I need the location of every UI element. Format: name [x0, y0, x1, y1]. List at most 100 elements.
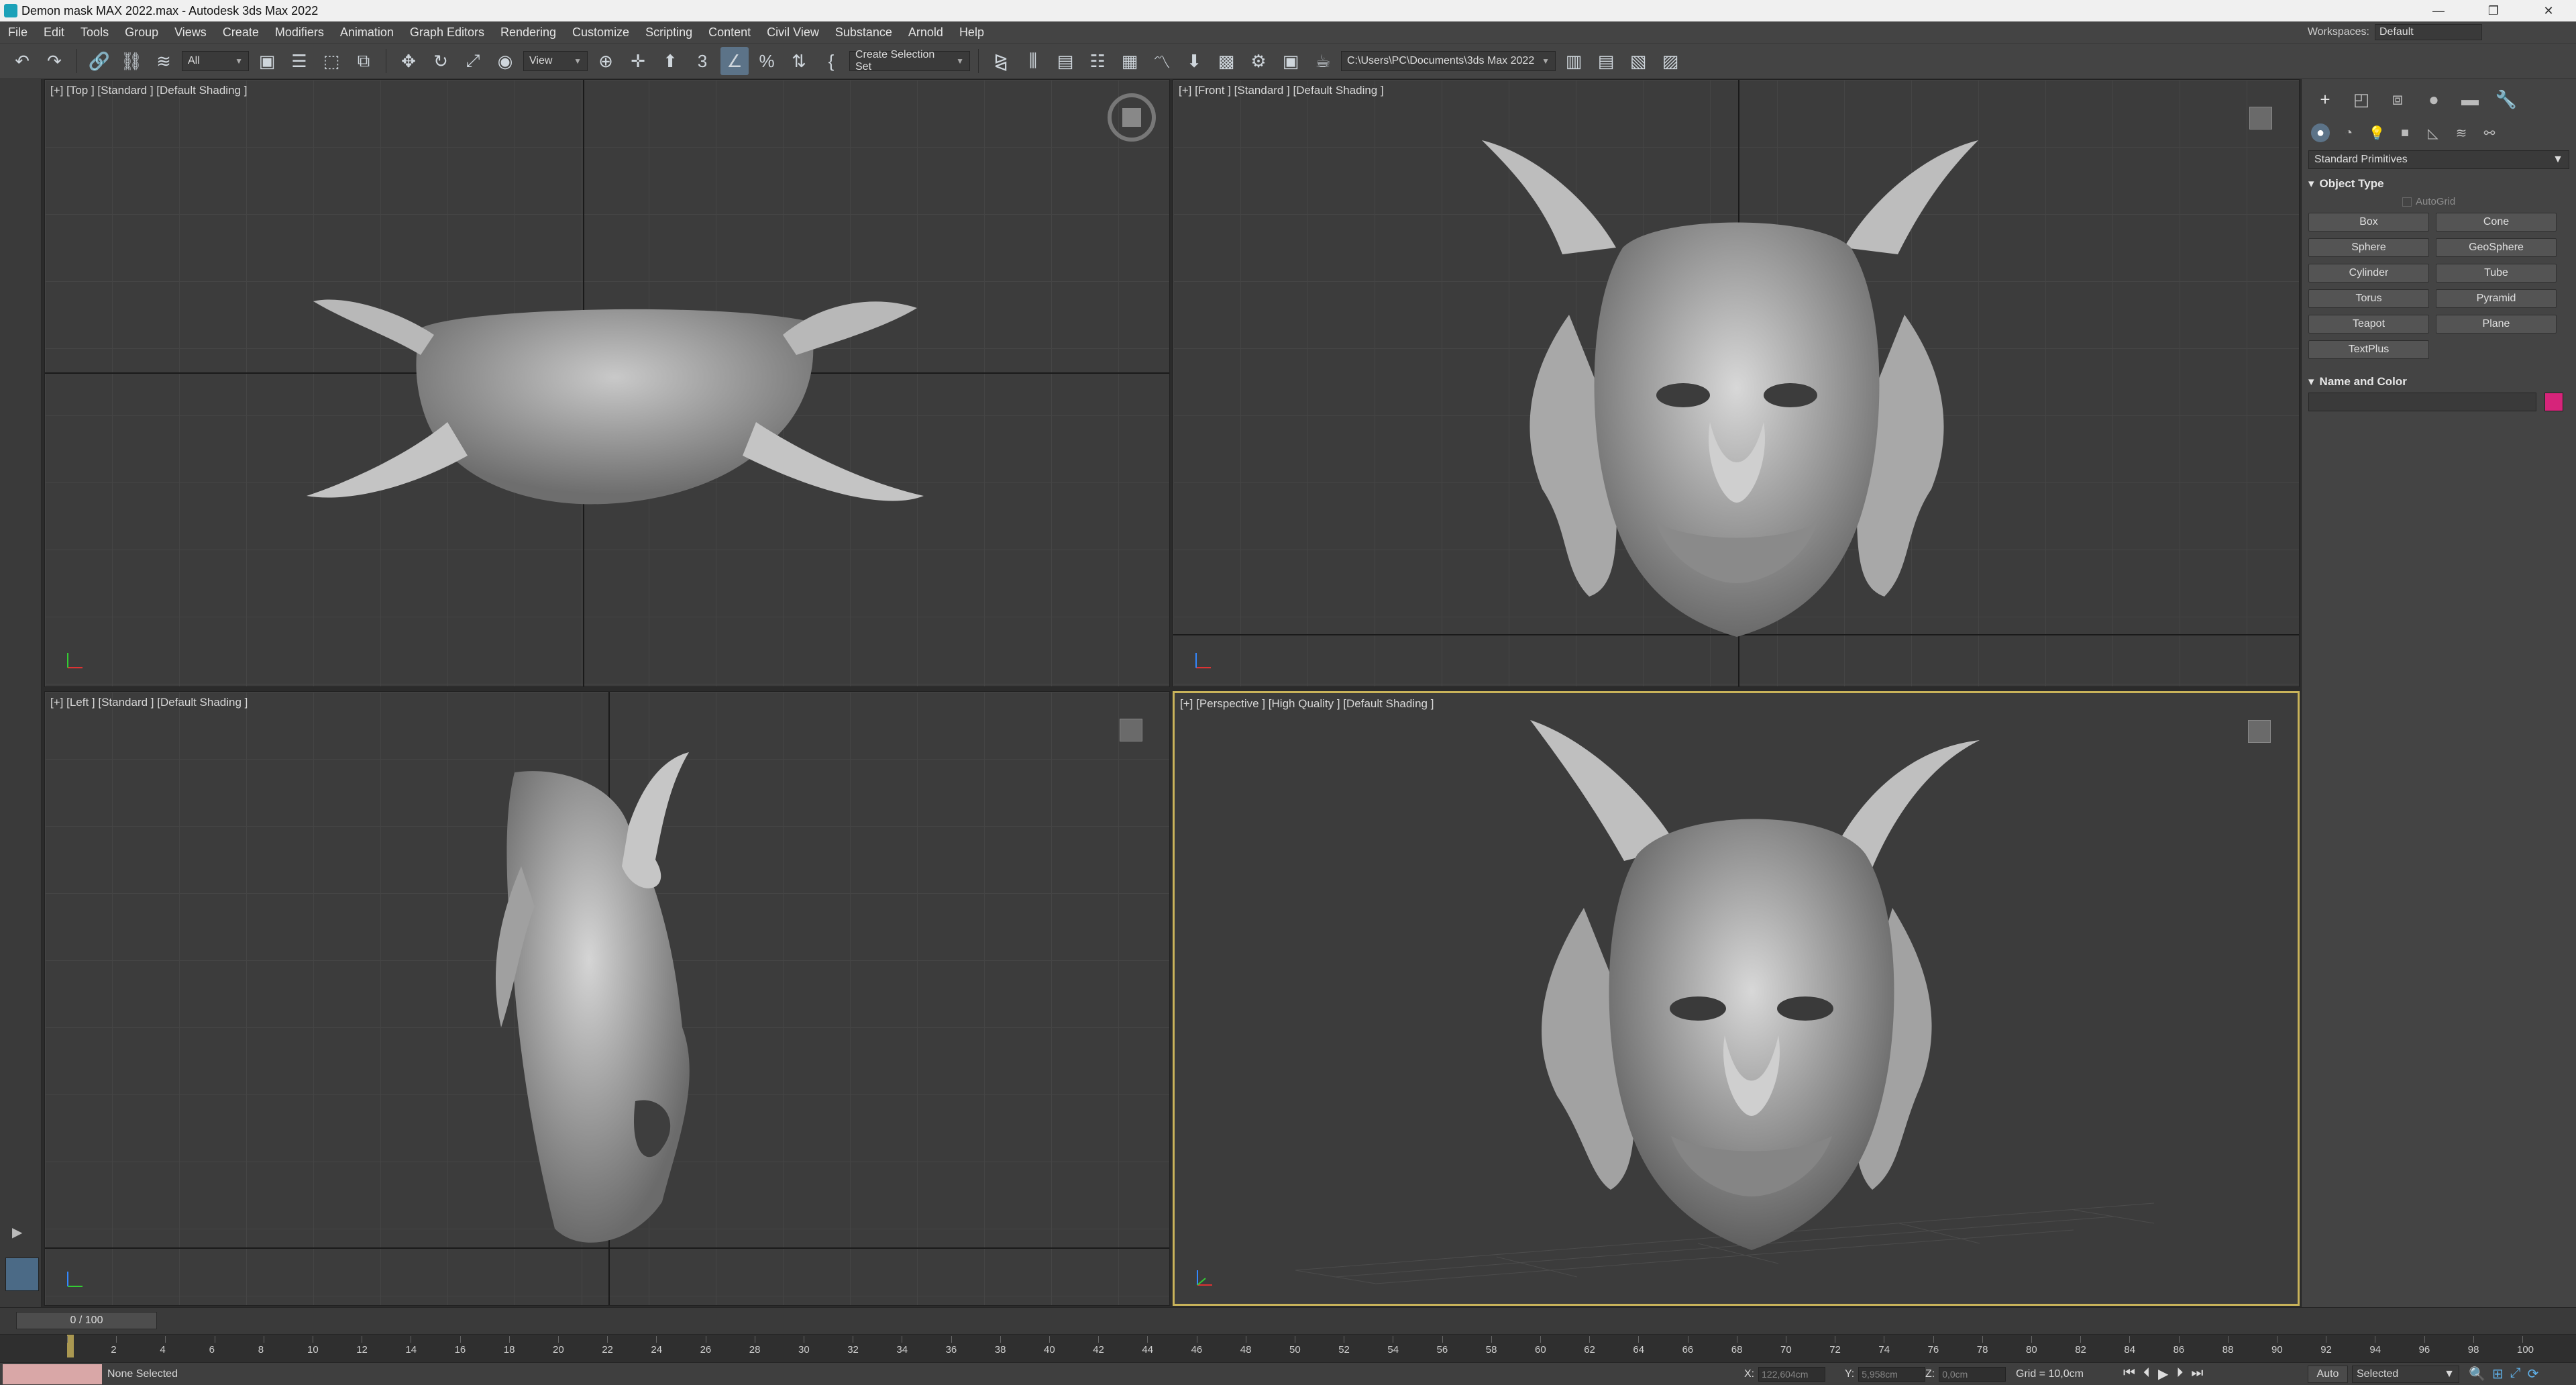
- name-and-color-rollout[interactable]: ▾ Name and Color: [2308, 375, 2569, 389]
- layer-explorer-icon[interactable]: ☷: [1083, 47, 1112, 75]
- next-frame-icon[interactable]: ⏵: [2176, 1366, 2183, 1382]
- tube-button[interactable]: Tube: [2436, 264, 2557, 283]
- undo-icon[interactable]: ↶: [8, 47, 36, 75]
- orbit-icon[interactable]: ⟳: [2528, 1366, 2539, 1382]
- box-button[interactable]: Box: [2308, 213, 2429, 232]
- place-icon[interactable]: ◉: [491, 47, 519, 75]
- autogrid-option[interactable]: AutoGrid: [2402, 196, 2569, 207]
- unlink-icon[interactable]: ⛓: [117, 47, 146, 75]
- zoom-all-icon[interactable]: ⊞: [2492, 1366, 2504, 1382]
- maximize-viewport-icon[interactable]: ⤢: [2510, 1366, 2521, 1382]
- menu-animation[interactable]: Animation: [332, 25, 402, 40]
- primitive-category-dropdown[interactable]: Standard Primitives ▼: [2308, 150, 2569, 169]
- menu-create[interactable]: Create: [215, 25, 267, 40]
- menu-tools[interactable]: Tools: [72, 25, 117, 40]
- spinner-snap-icon[interactable]: ⇅: [785, 47, 813, 75]
- viewcube-icon[interactable]: [1120, 719, 1142, 741]
- open-project-icon[interactable]: ▥: [1560, 47, 1588, 75]
- named-selection-dropdown[interactable]: Create Selection Set ▼: [849, 49, 970, 72]
- modify-tab-icon[interactable]: ◰: [2350, 88, 2373, 111]
- viewport-perspective[interactable]: [+] [Perspective ] [High Quality ] [Defa…: [1173, 691, 2300, 1306]
- shapes-icon[interactable]: ◔: [2339, 123, 2358, 142]
- menu-views[interactable]: Views: [166, 25, 215, 40]
- z-coordinate-field[interactable]: 0,0cm: [1939, 1367, 2006, 1382]
- menu-group[interactable]: Group: [117, 25, 166, 40]
- motion-tab-icon[interactable]: ●: [2422, 88, 2445, 111]
- redo-icon[interactable]: ↷: [40, 47, 68, 75]
- viewcube-icon[interactable]: [2248, 720, 2271, 743]
- edit-named-selection-icon[interactable]: {: [817, 47, 845, 75]
- bind-space-warp-icon[interactable]: ≋: [150, 47, 178, 75]
- playhead[interactable]: [67, 1335, 74, 1357]
- new-project-icon[interactable]: ▤: [1592, 47, 1620, 75]
- lights-icon[interactable]: 💡: [2367, 123, 2386, 142]
- y-coordinate-field[interactable]: 5,958cm: [1858, 1367, 1926, 1382]
- space-warps-icon[interactable]: ≋: [2452, 123, 2471, 142]
- angle-snap-icon[interactable]: ∠: [720, 47, 749, 75]
- percent-snap-icon[interactable]: %: [753, 47, 781, 75]
- display-tab-icon[interactable]: ▬: [2459, 88, 2481, 111]
- menu-graph-editors[interactable]: Graph Editors: [402, 25, 492, 40]
- reference-coordinate-dropdown[interactable]: View ▼: [523, 51, 588, 71]
- hierarchy-tab-icon[interactable]: ⧈: [2386, 88, 2409, 111]
- go-to-end-icon[interactable]: ⏭: [2191, 1366, 2203, 1382]
- expand-arrow-icon[interactable]: ▶: [12, 1224, 22, 1241]
- object-type-rollout[interactable]: ▾ Object Type: [2308, 177, 2569, 191]
- previous-frame-icon[interactable]: ⏴: [2143, 1366, 2150, 1382]
- viewport-front-label[interactable]: [+] [Front ] [Standard ] [Default Shadin…: [1179, 84, 1384, 97]
- link-icon[interactable]: 🔗: [85, 47, 113, 75]
- track-bar[interactable]: 2 4 6 8 10 12 14 16 18 20 22 24 26 28 30 32 34 36 38 40 42 44…: [0, 1334, 2576, 1362]
- viewport-left-label[interactable]: [+] [Left ] [Standard ] [Default Shading…: [50, 696, 248, 709]
- viewport-top-label[interactable]: [+] [Top ] [Standard ] [Default Shading …: [50, 84, 247, 97]
- maxscript-mini-listener[interactable]: [3, 1364, 102, 1384]
- rotate-icon[interactable]: ↻: [427, 47, 455, 75]
- menu-help[interactable]: Help: [951, 25, 992, 40]
- menu-civil-view[interactable]: Civil View: [759, 25, 827, 40]
- mirror-icon[interactable]: ⧎: [987, 47, 1015, 75]
- menu-arnold[interactable]: Arnold: [900, 25, 951, 40]
- viewport-front[interactable]: [+] [Front ] [Standard ] [Default Shadin…: [1173, 79, 2300, 687]
- menu-substance[interactable]: Substance: [827, 25, 900, 40]
- object-name-input[interactable]: [2308, 393, 2536, 411]
- render-setup-icon[interactable]: ⚙: [1244, 47, 1273, 75]
- menu-edit[interactable]: Edit: [36, 25, 72, 40]
- go-to-start-icon[interactable]: ⏮: [2123, 1366, 2135, 1382]
- toggle-ribbon-icon[interactable]: ▦: [1116, 47, 1144, 75]
- torus-button[interactable]: Torus: [2308, 289, 2429, 308]
- cylinder-button[interactable]: Cylinder: [2308, 264, 2429, 283]
- project-folder-icon[interactable]: ▧: [1624, 47, 1652, 75]
- menu-modifiers[interactable]: Modifiers: [267, 25, 332, 40]
- rectangular-selection-icon[interactable]: ⬚: [317, 47, 345, 75]
- menu-rendering[interactable]: Rendering: [492, 25, 564, 40]
- select-object-icon[interactable]: ▣: [253, 47, 281, 75]
- viewport-left[interactable]: [+] [Left ] [Standard ] [Default Shading…: [44, 691, 1170, 1306]
- viewcube-icon[interactable]: [1108, 93, 1156, 142]
- cameras-icon[interactable]: ■: [2396, 123, 2414, 142]
- close-button[interactable]: ✕: [2521, 0, 2576, 21]
- sphere-button[interactable]: Sphere: [2308, 238, 2429, 257]
- textplus-button[interactable]: TextPlus: [2308, 340, 2429, 359]
- keyboard-shortcut-override-icon[interactable]: ⬆: [656, 47, 684, 75]
- time-slider[interactable]: 0 / 100: [16, 1312, 157, 1329]
- x-coordinate-field[interactable]: 122,604cm: [1758, 1367, 1826, 1382]
- menu-scripting[interactable]: Scripting: [637, 25, 700, 40]
- rendered-frame-window-icon[interactable]: ▣: [1277, 47, 1305, 75]
- pyramid-button[interactable]: Pyramid: [2436, 289, 2557, 308]
- key-mode-dropdown[interactable]: Selected ▼: [2352, 1366, 2459, 1383]
- select-manipulate-icon[interactable]: ✛: [624, 47, 652, 75]
- cone-button[interactable]: Cone: [2436, 213, 2557, 232]
- scale-icon[interactable]: ⤢: [459, 47, 487, 75]
- menu-content[interactable]: Content: [700, 25, 759, 40]
- utilities-tab-icon[interactable]: 🔧: [2495, 88, 2518, 111]
- auto-key-button[interactable]: Auto: [2308, 1366, 2348, 1383]
- move-icon[interactable]: ✥: [394, 47, 423, 75]
- menu-file[interactable]: File: [0, 25, 36, 40]
- project-path-dropdown[interactable]: C:\Users\PC\Documents\3ds Max 2022 ▼: [1341, 51, 1556, 71]
- snaps-toggle-icon[interactable]: 3: [688, 47, 716, 75]
- geosphere-button[interactable]: GeoSphere: [2436, 238, 2557, 257]
- plane-button[interactable]: Plane: [2436, 315, 2557, 334]
- viewport-perspective-label[interactable]: [+] [Perspective ] [High Quality ] [Defa…: [1180, 697, 1434, 711]
- teapot-button[interactable]: Teapot: [2308, 315, 2429, 334]
- viewport-layout-button[interactable]: [5, 1258, 39, 1291]
- set-project-folder-icon[interactable]: ▨: [1656, 47, 1684, 75]
